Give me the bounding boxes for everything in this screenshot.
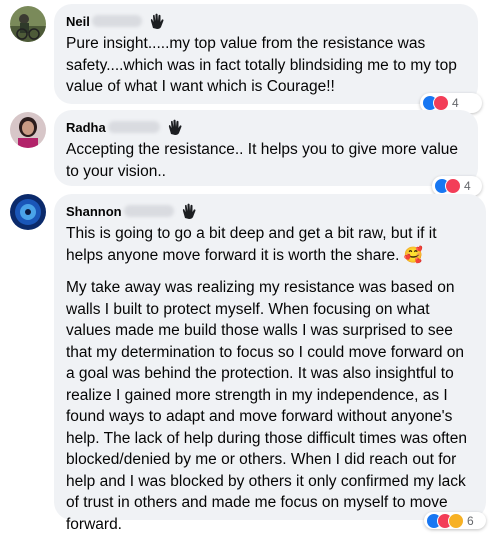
smiling-face-hearts-emoji: 🥰: [403, 246, 424, 264]
comment-paragraph: This is going to go a bit deep and get a…: [66, 225, 437, 264]
redacted-surname: [107, 121, 160, 133]
reaction-count: 6: [467, 513, 474, 528]
avatar[interactable]: [10, 194, 46, 230]
care-icon: [448, 512, 464, 529]
comment-text: Pure insight.....my top value from the r…: [66, 35, 457, 95]
comment-author[interactable]: Shannon: [66, 204, 122, 219]
comment-bubble: Neil Pure insight.....my top value from …: [54, 4, 478, 104]
reaction-count: 4: [452, 96, 459, 110]
redacted-surname: [91, 15, 142, 27]
love-icon: [433, 95, 449, 111]
avatar[interactable]: [10, 6, 46, 42]
comment-text: This is going to go a bit deep and get a…: [66, 223, 474, 266]
redacted-surname: [123, 205, 174, 217]
avatar-image: [10, 194, 46, 230]
avatar-image: [10, 6, 46, 42]
waving-hand-badge-icon: [150, 13, 164, 29]
comment-paragraph-2: My take away was realizing my resistance…: [66, 279, 467, 533]
reaction-summary[interactable]: 6: [424, 512, 486, 529]
love-icon: [445, 178, 461, 194]
avatar[interactable]: [10, 112, 46, 148]
comment-bubble: Radha Accepting the resistance.. It help…: [54, 110, 478, 186]
reaction-summary[interactable]: 4: [432, 176, 482, 196]
comment-bubble: Shannon This is going to go a bit deep a…: [54, 194, 486, 533]
comment-text: Accepting the resistance.. It helps you …: [66, 141, 459, 180]
avatar-image: [10, 112, 46, 148]
waving-hand-badge-icon: [168, 119, 182, 135]
comment-author[interactable]: Neil: [66, 14, 90, 29]
waving-hand-badge-icon: [182, 203, 196, 219]
reaction-count: 4: [464, 179, 471, 193]
comment-author[interactable]: Radha: [66, 120, 106, 135]
